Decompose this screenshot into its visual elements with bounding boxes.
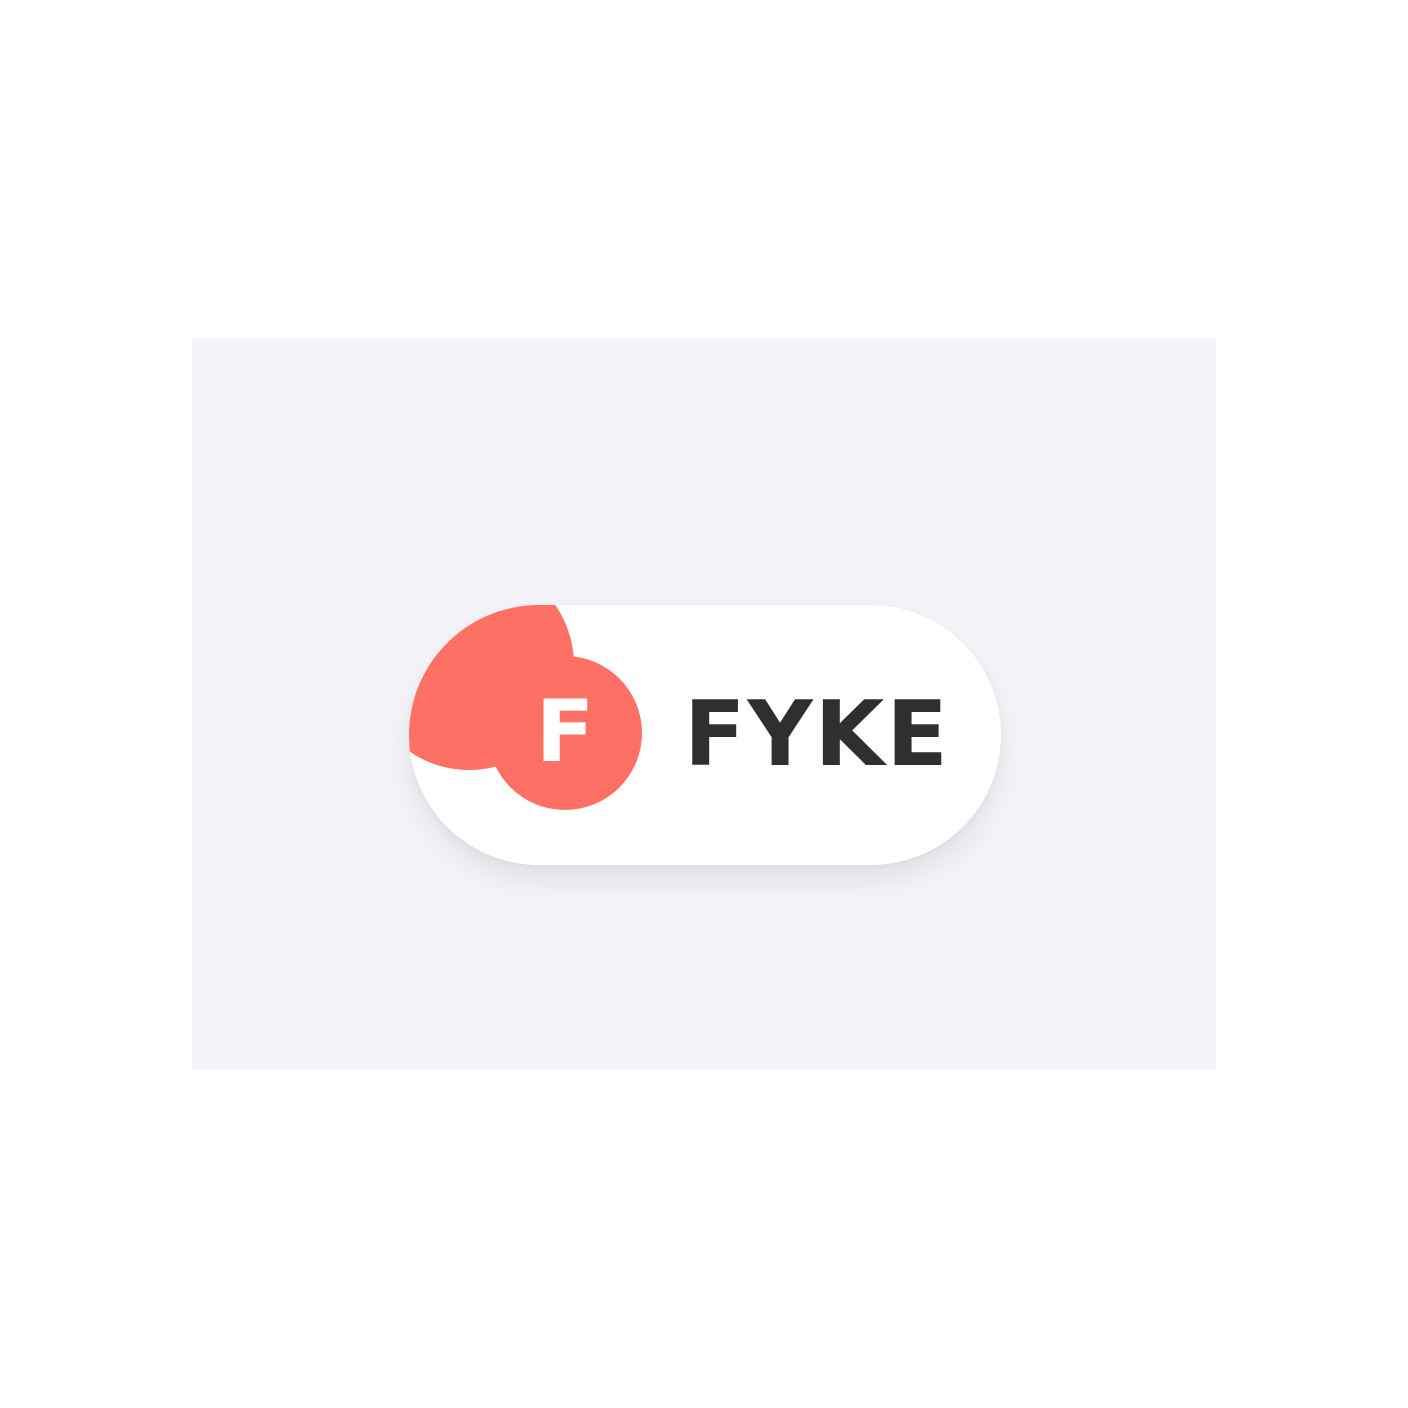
logo-wordmark: FYKE: [684, 682, 950, 787]
logo-canvas: F FYKE: [192, 338, 1216, 1069]
logo-initial: F: [535, 682, 595, 782]
logo-mark: F: [488, 656, 642, 810]
logo-badge: F FYKE: [409, 605, 1001, 865]
